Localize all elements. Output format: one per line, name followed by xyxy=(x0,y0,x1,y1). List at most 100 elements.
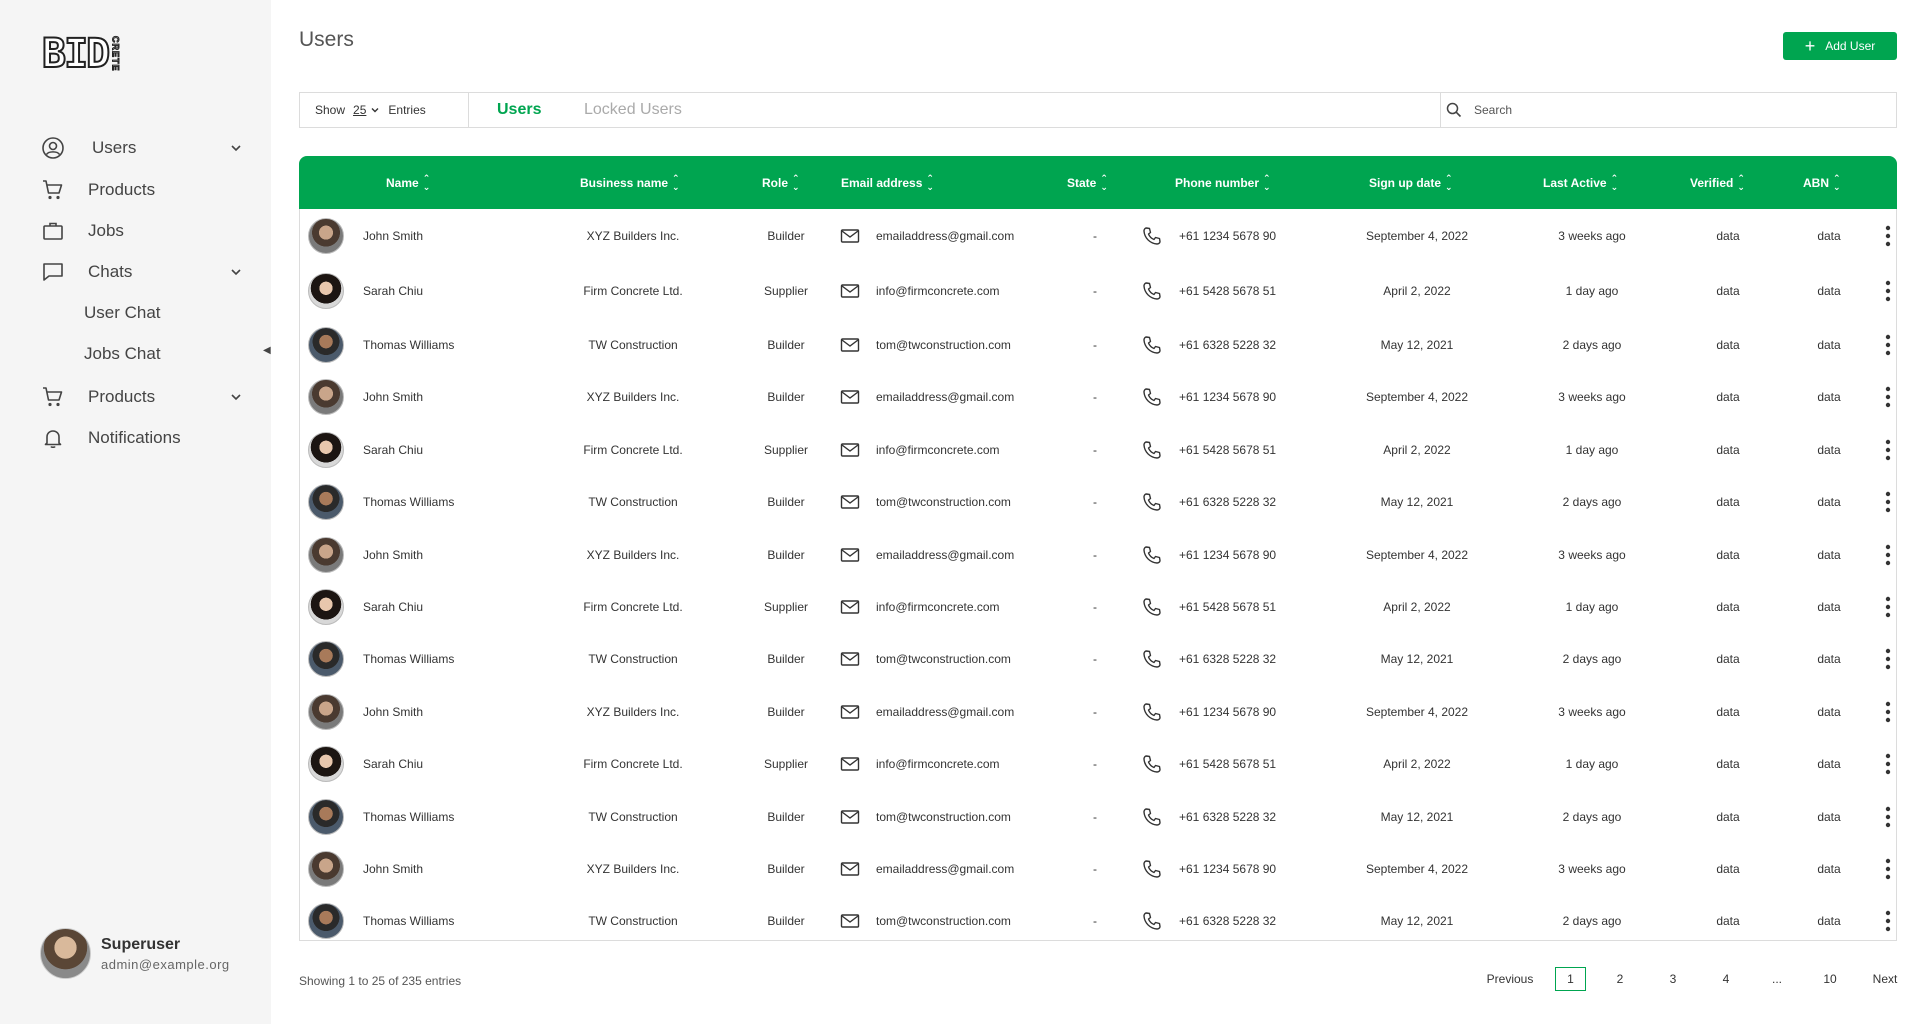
cell-email[interactable]: tom@twconstruction.com xyxy=(876,495,1011,509)
cell-phone[interactable]: +61 1234 5678 90 xyxy=(1179,390,1276,404)
entries-selector[interactable]: Show 25 Entries xyxy=(315,103,426,117)
more-options-icon[interactable] xyxy=(1883,544,1893,566)
more-options-icon[interactable] xyxy=(1883,910,1893,932)
more-options-icon[interactable] xyxy=(1883,280,1893,302)
sort-icon[interactable]: ⌃ ⌄ xyxy=(1100,174,1108,192)
sidebar-item-user-chat[interactable]: User Chat xyxy=(0,293,271,333)
cell-email[interactable]: emailaddress@gmail.com xyxy=(876,229,1014,243)
cell-phone[interactable]: +61 5428 5678 51 xyxy=(1179,284,1276,298)
previous-page-button[interactable]: Previous xyxy=(1484,967,1536,991)
more-options-icon[interactable] xyxy=(1883,386,1893,408)
table-row[interactable]: John Smith XYZ Builders Inc. Builder emaila… xyxy=(300,843,1896,895)
tab-users[interactable]: Users xyxy=(497,101,541,119)
pagination-ellipsis[interactable]: ... xyxy=(1765,967,1789,991)
sort-icon[interactable]: ⌃ ⌄ xyxy=(1611,174,1619,192)
cell-phone[interactable]: +61 5428 5678 51 xyxy=(1179,757,1276,771)
cell-phone[interactable]: +61 1234 5678 90 xyxy=(1179,548,1276,562)
more-options-icon[interactable] xyxy=(1883,439,1893,461)
sidebar-item-products[interactable]: Products xyxy=(0,170,271,210)
cell-email[interactable]: emailaddress@gmail.com xyxy=(876,390,1014,404)
cell-phone[interactable]: +61 6328 5228 32 xyxy=(1179,495,1276,509)
chevron-down-icon[interactable] xyxy=(370,105,380,115)
cell-email[interactable]: emailaddress@gmail.com xyxy=(876,705,1014,719)
sort-icon[interactable]: ⌃ ⌄ xyxy=(792,174,800,192)
sort-icon[interactable]: ⌃ ⌄ xyxy=(1445,174,1453,192)
cell-email[interactable]: info@firmconcrete.com xyxy=(876,284,1000,298)
cell-email[interactable]: emailaddress@gmail.com xyxy=(876,862,1014,876)
table-row[interactable]: Sarah Chiu Firm Concrete Ltd. Supplier info… xyxy=(300,265,1896,317)
more-options-icon[interactable] xyxy=(1883,225,1893,247)
cell-email[interactable]: tom@twconstruction.com xyxy=(876,338,1011,352)
sidebar-item-chats[interactable]: Chats xyxy=(0,252,271,292)
cell-phone[interactable]: +61 1234 5678 90 xyxy=(1179,229,1276,243)
column-header-business-name[interactable]: Business name ⌃ ⌄ xyxy=(580,174,680,192)
page-4-button[interactable]: 4 xyxy=(1714,967,1738,991)
cell-email[interactable]: tom@twconstruction.com xyxy=(876,810,1011,824)
column-header-last-active[interactable]: Last Active ⌃ ⌄ xyxy=(1543,174,1618,192)
more-options-icon[interactable] xyxy=(1883,753,1893,775)
more-options-icon[interactable] xyxy=(1883,596,1893,618)
cell-email[interactable]: info@firmconcrete.com xyxy=(876,600,1000,614)
search-input[interactable] xyxy=(1474,99,1874,121)
table-row[interactable]: John Smith XYZ Builders Inc. Builder emaila… xyxy=(300,371,1896,423)
sidebar-item-products[interactable]: Products xyxy=(0,377,271,417)
more-options-icon[interactable] xyxy=(1883,701,1893,723)
table-row[interactable]: John Smith XYZ Builders Inc. Builder emaila… xyxy=(300,529,1896,581)
user-profile[interactable]: Superuser admin@example.org xyxy=(40,928,230,979)
cell-email[interactable]: tom@twconstruction.com xyxy=(876,914,1011,928)
sort-icon[interactable]: ⌃ ⌄ xyxy=(1833,174,1841,192)
more-options-icon[interactable] xyxy=(1883,648,1893,670)
table-row[interactable]: Thomas Williams TW Construction Builder tom… xyxy=(300,319,1896,371)
page-3-button[interactable]: 3 xyxy=(1661,967,1685,991)
cell-phone[interactable]: +61 6328 5228 32 xyxy=(1179,652,1276,666)
cell-phone[interactable]: +61 6328 5228 32 xyxy=(1179,914,1276,928)
cell-phone[interactable]: +61 1234 5678 90 xyxy=(1179,862,1276,876)
chevron-down-icon[interactable] xyxy=(226,387,246,407)
page-10-button[interactable]: 10 xyxy=(1818,967,1842,991)
table-row[interactable]: Sarah Chiu Firm Concrete Ltd. Supplier info… xyxy=(300,738,1896,790)
more-options-icon[interactable] xyxy=(1883,858,1893,880)
brand-logo[interactable]: BID CRETE xyxy=(41,32,121,76)
table-row[interactable]: Thomas Williams TW Construction Builder tom… xyxy=(300,895,1896,947)
sort-icon[interactable]: ⌃ ⌄ xyxy=(423,174,431,192)
cell-phone[interactable]: +61 5428 5678 51 xyxy=(1179,443,1276,457)
cell-phone[interactable]: +61 5428 5678 51 xyxy=(1179,600,1276,614)
more-options-icon[interactable] xyxy=(1883,491,1893,513)
cell-phone[interactable]: +61 6328 5228 32 xyxy=(1179,810,1276,824)
page-2-button[interactable]: 2 xyxy=(1608,967,1632,991)
more-options-icon[interactable] xyxy=(1883,334,1893,356)
cell-email[interactable]: info@firmconcrete.com xyxy=(876,757,1000,771)
collapse-sidebar-icon[interactable]: ◀ xyxy=(263,345,271,356)
table-row[interactable]: Thomas Williams TW Construction Builder tom… xyxy=(300,476,1896,528)
page-1-button[interactable]: 1 xyxy=(1555,967,1586,991)
column-header-verified[interactable]: Verified ⌃ ⌄ xyxy=(1690,174,1745,192)
cell-email[interactable]: info@firmconcrete.com xyxy=(876,443,1000,457)
sort-icon[interactable]: ⌃ ⌄ xyxy=(1737,174,1745,192)
sidebar-item-jobs[interactable]: Jobs xyxy=(0,211,271,251)
sort-icon[interactable]: ⌃ ⌄ xyxy=(672,174,680,192)
table-row[interactable]: John Smith XYZ Builders Inc. Builder emaila… xyxy=(300,686,1896,738)
sort-icon[interactable]: ⌃ ⌄ xyxy=(926,174,934,192)
next-page-button[interactable]: Next xyxy=(1870,967,1900,991)
cell-phone[interactable]: +61 6328 5228 32 xyxy=(1179,338,1276,352)
cell-phone[interactable]: +61 1234 5678 90 xyxy=(1179,705,1276,719)
sidebar-item-users[interactable]: Users xyxy=(0,128,271,168)
table-row[interactable]: Sarah Chiu Firm Concrete Ltd. Supplier info… xyxy=(300,581,1896,633)
tab-locked-users[interactable]: Locked Users xyxy=(584,101,682,119)
table-row[interactable]: John Smith XYZ Builders Inc. Builder emaila… xyxy=(300,210,1896,262)
cell-email[interactable]: emailaddress@gmail.com xyxy=(876,548,1014,562)
chevron-down-icon[interactable] xyxy=(226,262,246,282)
add-user-button[interactable]: + Add User xyxy=(1783,32,1897,60)
sort-icon[interactable]: ⌃ ⌄ xyxy=(1263,174,1271,192)
chevron-down-icon[interactable] xyxy=(226,138,246,158)
column-header-email-address[interactable]: Email address ⌃ ⌄ xyxy=(841,174,934,192)
entries-value[interactable]: 25 xyxy=(353,103,366,117)
table-row[interactable]: Thomas Williams TW Construction Builder tom… xyxy=(300,633,1896,685)
more-options-icon[interactable] xyxy=(1883,806,1893,828)
sidebar-item-notifications[interactable]: Notifications xyxy=(0,418,271,458)
column-header-state[interactable]: State ⌃ ⌄ xyxy=(1067,174,1108,192)
column-header-name[interactable]: Name ⌃ ⌄ xyxy=(386,174,430,192)
table-row[interactable]: Thomas Williams TW Construction Builder tom… xyxy=(300,791,1896,843)
column-header-sign-up-date[interactable]: Sign up date ⌃ ⌄ xyxy=(1369,174,1453,192)
column-header-abn[interactable]: ABN ⌃ ⌄ xyxy=(1803,174,1841,192)
